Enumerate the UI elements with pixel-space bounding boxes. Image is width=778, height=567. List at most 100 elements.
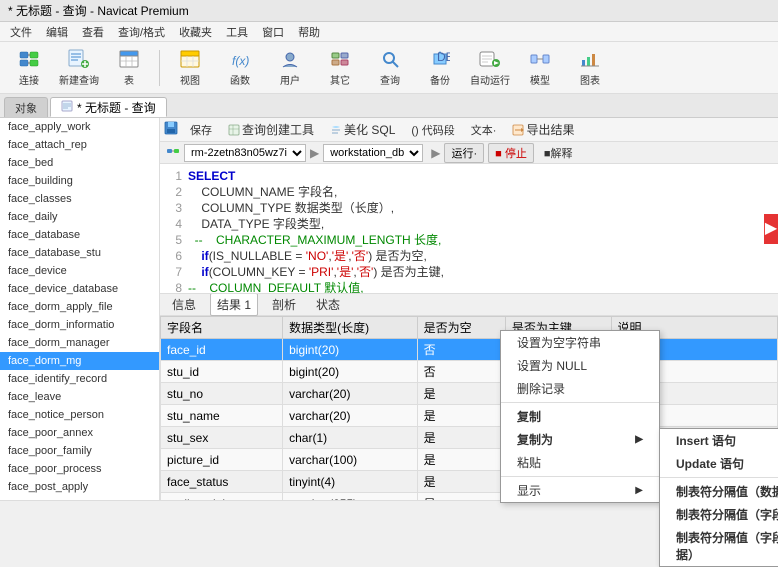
stop-button[interactable]: ■ 停止 xyxy=(488,143,534,163)
ctx-copy[interactable]: 复制 xyxy=(501,405,659,428)
tab-query-label: * 无标题 - 查询 xyxy=(77,99,156,116)
menu-window[interactable]: 窗口 xyxy=(256,22,290,41)
sql-editor[interactable]: 1 SELECT 2 COLUMN_NAME 字段名, 3 COLUMN_TYP… xyxy=(160,164,778,294)
save-button[interactable]: 保存 xyxy=(184,120,218,140)
connect-label: 连接 xyxy=(19,72,39,87)
table-row[interactable]: face_idbigint(20)否是ID xyxy=(161,339,778,361)
arrow-right-icon: ▶ xyxy=(310,146,319,160)
sidebar-item-building[interactable]: face_building xyxy=(0,172,159,190)
sidebar-item-16[interactable]: face_notice_person xyxy=(0,406,159,424)
results-tab-profile[interactable]: 剖析 xyxy=(266,294,302,315)
sidebar-item-0[interactable]: face_apply_work xyxy=(0,118,159,136)
sidebar-item-19[interactable]: face_poor_process xyxy=(0,460,159,478)
submenu: Insert 语句 Update 语句 制表符分隔值（数据） 制表符分隔值（字段… xyxy=(659,428,778,567)
submenu-tsv-fields[interactable]: 制表符分隔值（字段名） xyxy=(660,503,778,526)
results-tab-info[interactable]: 信息 xyxy=(166,294,202,315)
explain-button[interactable]: ■解释 xyxy=(538,143,579,163)
conn-icon xyxy=(166,147,180,159)
tab-query[interactable]: * 无标题 - 查询 xyxy=(50,97,167,117)
menu-help[interactable]: 帮助 xyxy=(292,22,326,41)
export-button[interactable]: 导出结果 xyxy=(506,119,580,140)
display-arrow: ▶ xyxy=(635,485,643,496)
user-button[interactable]: 用户 xyxy=(267,46,313,90)
table-button[interactable]: 表 xyxy=(106,46,152,90)
query-builder-button[interactable]: 查询创建工具 xyxy=(222,119,320,140)
export-label: 导出结果 xyxy=(526,121,574,138)
server-select[interactable]: rm-2zetn83n05wz7i xyxy=(184,144,306,162)
ctx-paste[interactable]: 粘贴 xyxy=(501,451,659,474)
connect-button[interactable]: 连接 xyxy=(6,46,52,90)
sidebar-item-12[interactable]: face_dorm_manager xyxy=(0,334,159,352)
sidebar-item-15[interactable]: face_leave xyxy=(0,388,159,406)
menu-edit[interactable]: 编辑 xyxy=(40,22,74,41)
menu-view[interactable]: 查看 xyxy=(76,22,110,41)
sidebar-item-7[interactable]: face_database_stu xyxy=(0,244,159,262)
other-icon xyxy=(329,48,351,70)
ctx-copy-as[interactable]: 复制为 ▶ Insert 语句 Update 语句 制表符分隔值（数据） 制表符… xyxy=(501,428,659,451)
sidebar-item-14[interactable]: face_identify_record xyxy=(0,370,159,388)
chart-label: 图表 xyxy=(580,72,600,87)
sidebar-item-6[interactable]: face_database xyxy=(0,226,159,244)
submenu-arrow: ▶ xyxy=(635,434,643,445)
sidebar-item-apply[interactable]: face_post_apply xyxy=(0,478,159,496)
autorun-button[interactable]: 自动运行 xyxy=(467,46,513,90)
sidebar-item-1[interactable]: face_attach_rep xyxy=(0,136,159,154)
sidebar-item-13[interactable]: face_dorm_mg xyxy=(0,352,159,370)
new-query-icon xyxy=(68,48,90,70)
sidebar-item-18[interactable]: face_poor_family xyxy=(0,442,159,460)
function-button[interactable]: f(x) 函数 xyxy=(217,46,263,90)
sidebar-item-17[interactable]: face_poor_annex xyxy=(0,424,159,442)
table-row[interactable]: stu_idbigint(20)否否学生ID xyxy=(161,361,778,383)
code-button[interactable]: () 代码段 xyxy=(405,120,460,140)
sidebar-item-21[interactable]: face_post_employme xyxy=(0,496,159,500)
table-row[interactable]: stu_novarchar(20)是否学号 xyxy=(161,383,778,405)
sidebar-item-4[interactable]: face_classes xyxy=(0,190,159,208)
function-label: 函数 xyxy=(230,72,250,87)
query-icon xyxy=(379,48,401,70)
results-tab-1[interactable]: 结果 1 xyxy=(210,294,258,316)
toolbar: 连接 新建查询 表 xyxy=(0,42,778,94)
new-query-button[interactable]: 新建查询 xyxy=(56,46,102,90)
table-icon xyxy=(118,48,140,70)
user-label: 用户 xyxy=(280,72,300,87)
tab-object[interactable]: 对象 xyxy=(4,97,48,117)
run-button[interactable]: 运行· xyxy=(444,143,484,163)
sql-line-3: 3 COLUMN_TYPE 数据类型（长度）, xyxy=(166,200,772,216)
submenu-update[interactable]: Update 语句 xyxy=(660,452,778,475)
sidebar-item-11[interactable]: face_dorm_informatio xyxy=(0,316,159,334)
table-row[interactable]: stu_namevarchar(20)是否姓名 xyxy=(161,405,778,427)
svg-text:f(x): f(x) xyxy=(232,54,249,68)
col-header-type: 数据类型(长度) xyxy=(283,317,418,339)
menu-favorites[interactable]: 收藏夹 xyxy=(173,22,218,41)
ctx-display[interactable]: 显示 ▶ xyxy=(501,479,659,502)
text-button[interactable]: 文本· xyxy=(465,120,503,140)
beautify-button[interactable]: 美化 SQL xyxy=(324,119,401,140)
menu-query-format[interactable]: 查询/格式 xyxy=(112,22,171,41)
chart-button[interactable]: 图表 xyxy=(567,46,613,90)
submenu-insert[interactable]: Insert 语句 xyxy=(660,429,778,452)
submenu-tsv-both[interactable]: 制表符分隔值（字段名和数据） xyxy=(660,526,778,566)
sql-line-1: 1 SELECT xyxy=(166,168,772,184)
menu-tools[interactable]: 工具 xyxy=(220,22,254,41)
save-icon xyxy=(164,121,178,138)
query-label: 查询 xyxy=(380,72,400,87)
sidebar-item-9[interactable]: face_device_database xyxy=(0,280,159,298)
sidebar-item-2[interactable]: face_bed xyxy=(0,154,159,172)
sidebar-item-5[interactable]: face_daily xyxy=(0,208,159,226)
query-btn[interactable]: 查询 xyxy=(367,46,413,90)
backup-button[interactable]: DB 备份 xyxy=(417,46,463,90)
model-icon xyxy=(529,48,551,70)
sidebar-item-10[interactable]: face_dorm_apply_file xyxy=(0,298,159,316)
view-button[interactable]: 视图 xyxy=(167,46,213,90)
ctx-delete-record[interactable]: 删除记录 xyxy=(501,377,659,400)
menu-file[interactable]: 文件 xyxy=(4,22,38,41)
ctx-set-null[interactable]: 设置为 NULL xyxy=(501,354,659,377)
query-toolbar: 保存 查询创建工具 美化 SQL () 代码段 文本· xyxy=(160,118,778,142)
database-select[interactable]: workstation_db xyxy=(323,144,423,162)
model-button[interactable]: 模型 xyxy=(517,46,563,90)
results-tab-status[interactable]: 状态 xyxy=(310,294,346,315)
ctx-set-empty[interactable]: 设置为空字符串 xyxy=(501,331,659,354)
red-arrow[interactable]: ▶ xyxy=(764,214,778,244)
other-button[interactable]: 其它 xyxy=(317,46,363,90)
sidebar-item-8[interactable]: face_device xyxy=(0,262,159,280)
